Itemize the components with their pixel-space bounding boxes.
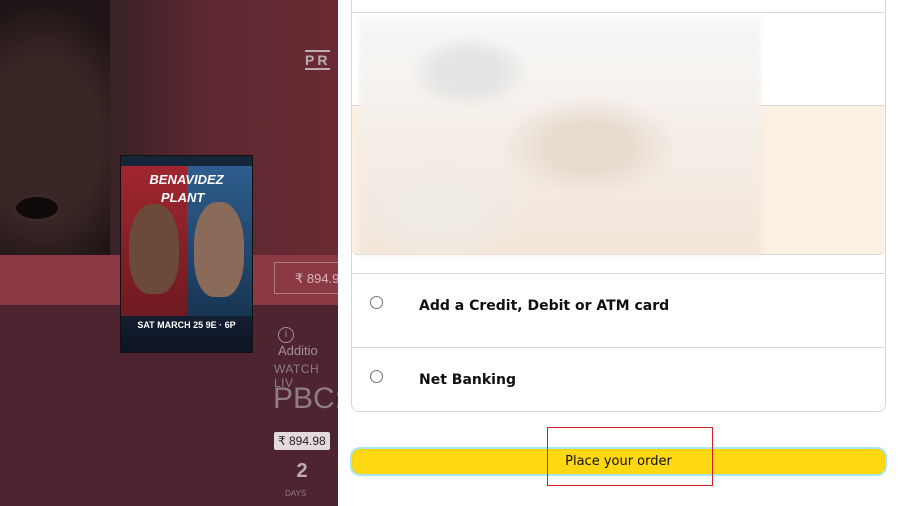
place-order-button[interactable]: Place your order — [352, 449, 885, 474]
countdown-value: 2 — [296, 460, 308, 482]
divider — [352, 12, 885, 13]
poster-fighter-2-name: PLANT — [161, 190, 205, 205]
payment-methods-card: Add a Credit, Debit or ATM card Net Bank… — [351, 0, 886, 412]
checkout-panel: Add a Credit, Debit or ATM card Net Bank… — [338, 0, 900, 506]
fighter-face-image — [0, 0, 110, 255]
additional-info-link[interactable]: iAdditio — [278, 326, 338, 358]
event-title: PBC: — [273, 382, 338, 415]
header-logo-partial: PR — [305, 50, 331, 70]
card-option-label[interactable]: Add a Credit, Debit or ATM card — [419, 298, 669, 314]
divider — [352, 347, 885, 348]
blurred-payment-details — [359, 17, 761, 255]
netbanking-radio-button[interactable] — [370, 370, 383, 383]
payment-option-card[interactable]: Add a Credit, Debit or ATM card — [352, 288, 885, 328]
fighter-eye-image — [14, 195, 60, 221]
event-poster: BENAVIDEZ PLANT SAT MARCH 25 9E · 6P — [120, 155, 253, 353]
poster-date: SAT MARCH 25 9E · 6P — [137, 320, 236, 330]
divider — [352, 273, 885, 274]
info-icon: i — [278, 326, 294, 343]
card-radio-button[interactable] — [370, 296, 383, 309]
poster-fighter-left — [129, 204, 179, 294]
additional-info-label: Additio — [278, 342, 318, 358]
background-event-page: BENAVIDEZ PLANT SAT MARCH 25 9E · 6P PR … — [0, 0, 338, 506]
payment-option-netbanking[interactable]: Net Banking — [352, 362, 885, 402]
poster-fighter-right — [194, 202, 244, 297]
countdown-unit: DAYS — [285, 489, 307, 498]
price-badge: ₹ 894.98 — [274, 432, 330, 450]
price-button[interactable]: ₹ 894.9 — [274, 262, 338, 294]
poster-fighter-1-name: BENAVIDEZ — [149, 172, 224, 187]
netbanking-option-label[interactable]: Net Banking — [419, 372, 516, 388]
